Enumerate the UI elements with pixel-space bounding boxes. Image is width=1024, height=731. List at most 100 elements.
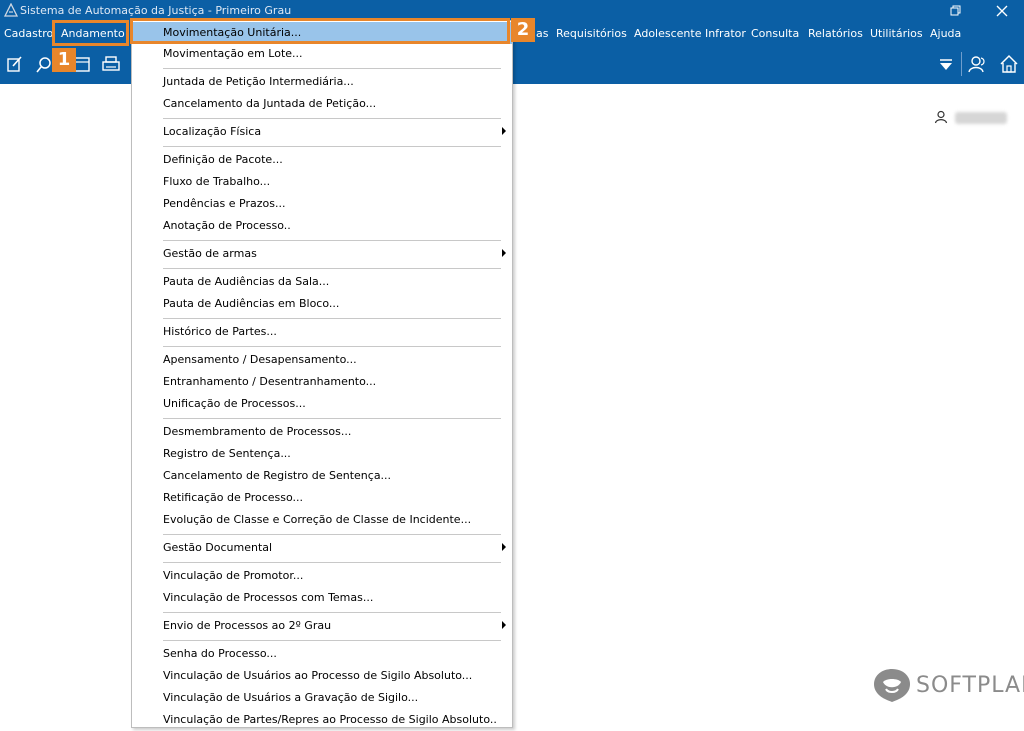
menu-item-evolucao-classe[interactable]: Evolução de Classe e Correção de Classe … [132, 509, 512, 531]
home-icon[interactable] [999, 54, 1019, 74]
user-icon [934, 110, 948, 124]
menu-item-senha-processo[interactable]: Senha do Processo... [132, 643, 512, 665]
menu-item-label: Cancelamento da Juntada de Petição... [163, 97, 377, 110]
menu-item-label: Pauta de Audiências da Sala... [163, 275, 330, 288]
menu-relatorios[interactable]: Relatórios [808, 27, 863, 40]
menu-item-label: Registro de Sentença... [163, 447, 291, 460]
menu-separator [163, 68, 501, 69]
menu-cadastro[interactable]: Cadastro [4, 27, 53, 40]
menu-adolescente-infrator[interactable]: Adolescente Infrator [634, 27, 746, 40]
menu-item-label: Gestão Documental [163, 541, 273, 554]
menu-separator [163, 534, 501, 535]
menu-separator [163, 612, 501, 613]
menu-item-label: Senha do Processo... [163, 647, 277, 660]
menu-item-retificacao-processo[interactable]: Retificação de Processo... [132, 487, 512, 509]
submenu-arrow-icon [502, 621, 506, 629]
menu-separator [163, 346, 501, 347]
menu-item-label: Unificação de Processos... [163, 397, 306, 410]
menu-item-label: Movimentação em Lote... [163, 47, 303, 60]
menu-item-pendencias-prazos[interactable]: Pendências e Prazos... [132, 193, 512, 215]
menu-item-pauta-audiencias-bloco[interactable]: Pauta de Audiências em Bloco... [132, 293, 512, 315]
menu-item-label: Definição de Pacote... [163, 153, 283, 166]
menu-item-label: Fluxo de Trabalho... [163, 175, 271, 188]
menu-item-label: Cancelamento de Registro de Sentença... [163, 469, 392, 482]
menu-item-anotacao-processo[interactable]: Anotação de Processo.. [132, 215, 512, 237]
menu-item-cancelamento-juntada[interactable]: Cancelamento da Juntada de Petição... [132, 93, 512, 115]
callout-badge-2: 2 [511, 18, 535, 42]
callout-box-1 [52, 20, 129, 46]
menu-item-label: Gestão de armas [163, 247, 257, 260]
edit-icon[interactable] [5, 54, 25, 74]
toolbar-divider [961, 52, 962, 76]
menu-item-label: Juntada de Petição Intermediária... [163, 75, 354, 88]
window-title: Sistema de Automação da Justiça - Primei… [20, 4, 292, 17]
menu-item-gestao-armas[interactable]: Gestão de armas [132, 243, 512, 265]
menu-item-label: Pauta de Audiências em Bloco... [163, 297, 340, 310]
menu-item-envio-segundo-grau[interactable]: Envio de Processos ao 2º Grau [132, 615, 512, 637]
menu-item-label: Vinculação de Usuários ao Processo de Si… [163, 669, 473, 682]
callout-box-2 [130, 18, 510, 44]
andamento-dropdown-menu: Movimentação Unitária... Movimentação em… [131, 20, 513, 728]
callout-badge-1: 1 [52, 48, 76, 72]
user-name-blurred [955, 112, 1007, 124]
close-button[interactable] [984, 0, 1020, 22]
menu-item-desmembramento[interactable]: Desmembramento de Processos... [132, 421, 512, 443]
menu-separator [163, 418, 501, 419]
menu-utilitarios[interactable]: Utilitários [870, 27, 923, 40]
users-icon[interactable] [968, 54, 988, 74]
menu-item-pauta-audiencias-sala[interactable]: Pauta de Audiências da Sala... [132, 271, 512, 293]
menu-item-localizacao-fisica[interactable]: Localização Física [132, 121, 512, 143]
menu-item-definicao-pacote[interactable]: Definição de Pacote... [132, 149, 512, 171]
menu-separator [163, 118, 501, 119]
menu-item-label: Pendências e Prazos... [163, 197, 286, 210]
submenu-arrow-icon [502, 543, 506, 551]
dropdown-arrow-icon[interactable] [936, 54, 956, 74]
menu-item-label: Desmembramento de Processos... [163, 425, 352, 438]
softplan-logo-text: SOFTPLAN [916, 673, 1024, 698]
menu-item-label: Evolução de Classe e Correção de Classe … [163, 513, 472, 526]
restore-icon [950, 5, 961, 16]
menu-item-label: Vinculação de Promotor... [163, 569, 304, 582]
menu-item-movimentacao-lote[interactable]: Movimentação em Lote... [132, 43, 512, 65]
menu-separator [163, 318, 501, 319]
app-logo-icon [4, 3, 18, 17]
menu-item-label: Envio de Processos ao 2º Grau [163, 619, 332, 632]
menu-item-vinculacao-promotor[interactable]: Vinculação de Promotor... [132, 565, 512, 587]
menu-separator [163, 562, 501, 563]
menu-item-fluxo-trabalho[interactable]: Fluxo de Trabalho... [132, 171, 512, 193]
menu-separator [163, 240, 501, 241]
menu-item-vinculacao-processos-temas[interactable]: Vinculação de Processos com Temas... [132, 587, 512, 609]
menu-item-label: Vinculação de Usuários a Gravação de Sig… [163, 691, 419, 704]
menu-item-label: Vinculação de Partes/Repres ao Processo … [163, 713, 497, 726]
menu-expedientes-partial[interactable]: as [536, 27, 548, 40]
softplan-logo-icon [874, 669, 910, 702]
menu-item-unificacao-processos[interactable]: Unificação de Processos... [132, 393, 512, 415]
menu-item-label: Retificação de Processo... [163, 491, 304, 504]
menu-separator [163, 146, 501, 147]
restore-button[interactable] [938, 0, 974, 22]
menu-separator [163, 640, 501, 641]
menu-item-vinculacao-usuarios-sigilo[interactable]: Vinculação de Usuários ao Processo de Si… [132, 665, 512, 687]
menu-item-registro-sentenca[interactable]: Registro de Sentença... [132, 443, 512, 465]
menu-separator [163, 268, 501, 269]
menu-item-label: Vinculação de Processos com Temas... [163, 591, 374, 604]
submenu-arrow-icon [502, 249, 506, 257]
menu-item-label: Apensamento / Desapensamento... [163, 353, 357, 366]
menu-item-vinculacao-usuarios-gravacao[interactable]: Vinculação de Usuários a Gravação de Sig… [132, 687, 512, 709]
menu-item-label: Localização Física [163, 125, 262, 138]
menu-consulta[interactable]: Consulta [751, 27, 799, 40]
close-icon [996, 5, 1008, 17]
menu-item-label: Anotação de Processo.. [163, 219, 291, 232]
menu-item-historico-partes[interactable]: Histórico de Partes... [132, 321, 512, 343]
menu-item-gestao-documental[interactable]: Gestão Documental [132, 537, 512, 559]
menu-ajuda[interactable]: Ajuda [930, 27, 961, 40]
menu-item-juntada-peticao[interactable]: Juntada de Petição Intermediária... [132, 71, 512, 93]
submenu-arrow-icon [502, 127, 506, 135]
menu-item-apensamento[interactable]: Apensamento / Desapensamento... [132, 349, 512, 371]
menu-item-label: Entranhamento / Desentranhamento... [163, 375, 377, 388]
menu-item-cancelamento-registro-sentenca[interactable]: Cancelamento de Registro de Sentença... [132, 465, 512, 487]
menu-item-entranhamento[interactable]: Entranhamento / Desentranhamento... [132, 371, 512, 393]
printer-icon[interactable] [101, 54, 121, 74]
menu-requisitorios[interactable]: Requisitórios [556, 27, 627, 40]
menu-item-label: Histórico de Partes... [163, 325, 277, 338]
